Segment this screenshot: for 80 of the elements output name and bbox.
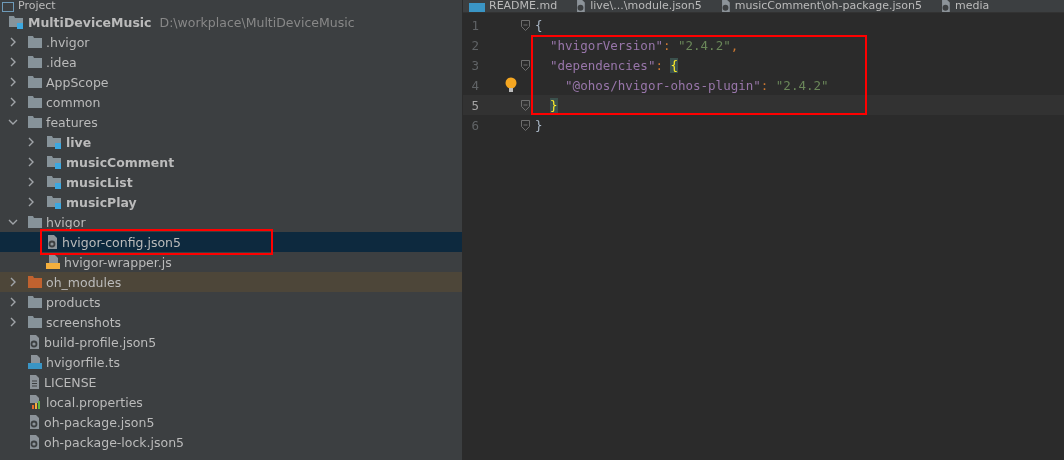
editor-tab[interactable]: media: [933, 0, 1002, 12]
fold-marker-icon[interactable]: [521, 99, 530, 111]
chevron-right-icon[interactable]: [8, 277, 18, 287]
code-line: "@ohos/hvigor-ohos-plugin": "2.4.2": [565, 77, 829, 93]
chevron-right-icon[interactable]: [8, 57, 18, 67]
editor-tab[interactable]: live\...\module.json5: [569, 0, 714, 12]
line-number: 3: [470, 57, 479, 73]
json-file-icon: [28, 415, 40, 429]
code-line: }: [535, 117, 543, 133]
tree-item-label[interactable]: oh-package-lock.json5: [44, 434, 185, 450]
tree-item-label[interactable]: live: [66, 134, 92, 150]
json-file-icon: [28, 435, 40, 449]
folder-icon: [28, 36, 42, 48]
chevron-right-icon[interactable]: [8, 37, 18, 47]
tree-item-label[interactable]: LICENSE: [44, 374, 97, 390]
editor-tab[interactable]: musicComment\oh-package.json5: [713, 0, 934, 12]
folder-icon: [28, 56, 42, 68]
tree-item-label[interactable]: build-profile.json5: [44, 334, 157, 350]
tree-item-label[interactable]: hvigor-wrapper.js: [64, 254, 172, 270]
line-number: 6: [470, 117, 479, 133]
fold-marker-icon[interactable]: [521, 19, 530, 31]
js-file-icon: [46, 255, 60, 269]
line-number: 4: [470, 77, 479, 93]
project-view-icon: [2, 2, 14, 12]
lightbulb-icon[interactable]: [505, 77, 517, 93]
tree-item-label[interactable]: AppScope: [46, 74, 109, 90]
tree-item-label[interactable]: hvigorfile.ts: [46, 354, 120, 370]
folder-icon: [28, 96, 42, 108]
tree-item-label[interactable]: hvigor: [46, 214, 86, 230]
fold-marker-icon[interactable]: [521, 59, 530, 71]
chevron-right-icon[interactable]: [26, 197, 36, 207]
tree-item-label[interactable]: oh-package.json5: [44, 414, 155, 430]
module-folder-icon: [46, 175, 62, 189]
project-name[interactable]: MultiDeviceMusic: [28, 14, 152, 30]
panel-title[interactable]: Project: [18, 0, 56, 12]
chevron-down-icon[interactable]: [8, 117, 18, 127]
line-number: 2: [470, 37, 479, 53]
chevron-right-icon[interactable]: [8, 77, 18, 87]
folder-icon: [28, 276, 42, 288]
tree-item-label[interactable]: screenshots: [46, 314, 122, 330]
fold-marker-icon[interactable]: [521, 119, 530, 131]
folder-icon: [28, 316, 42, 328]
project-path: D:\workplace\MultiDeviceMusic: [159, 14, 355, 30]
editor-tab[interactable]: README.md: [463, 0, 570, 12]
chevron-right-icon[interactable]: [8, 97, 18, 107]
tree-item-label[interactable]: products: [46, 294, 101, 310]
tree-item-label[interactable]: musicList: [66, 174, 133, 190]
markdown-file-icon: [469, 3, 485, 12]
tree-item-label[interactable]: oh_modules: [46, 274, 122, 290]
module-folder-icon: [46, 155, 62, 169]
module-folder-icon: [46, 195, 62, 209]
chevron-down-icon[interactable]: [8, 217, 18, 227]
text-file-icon: [28, 375, 40, 389]
json-file-icon: [46, 235, 58, 249]
tree-item-label[interactable]: .hvigor: [46, 34, 90, 50]
tree-item-label[interactable]: local.properties: [46, 394, 143, 410]
chevron-right-icon[interactable]: [26, 137, 36, 147]
chevron-right-icon[interactable]: [26, 157, 36, 167]
line-number: 1: [470, 17, 479, 33]
tree-item-label[interactable]: features: [46, 114, 98, 130]
folder-icon: [28, 296, 42, 308]
tree-item-label[interactable]: musicComment: [66, 154, 175, 170]
chevron-right-icon[interactable]: [26, 177, 36, 187]
folder-icon: [28, 116, 42, 128]
chevron-right-icon[interactable]: [8, 297, 18, 307]
folder-icon: [28, 76, 42, 88]
project-folder-icon: [8, 15, 24, 29]
ts-file-icon: [28, 355, 42, 369]
chevron-right-icon[interactable]: [8, 317, 18, 327]
module-folder-icon: [46, 135, 62, 149]
code-line: "dependencies": {: [550, 57, 678, 73]
tree-item-label[interactable]: .idea: [46, 54, 77, 70]
json-file-icon: [28, 335, 40, 349]
tree-item-label[interactable]: musicPlay: [66, 194, 137, 210]
code-line: {: [535, 17, 543, 33]
line-number: 5: [470, 97, 479, 113]
folder-icon: [28, 216, 42, 228]
code-line: "hvigorVersion": "2.4.2",: [550, 37, 739, 53]
tree-item-label[interactable]: common: [46, 94, 101, 110]
properties-file-icon: [28, 395, 42, 409]
